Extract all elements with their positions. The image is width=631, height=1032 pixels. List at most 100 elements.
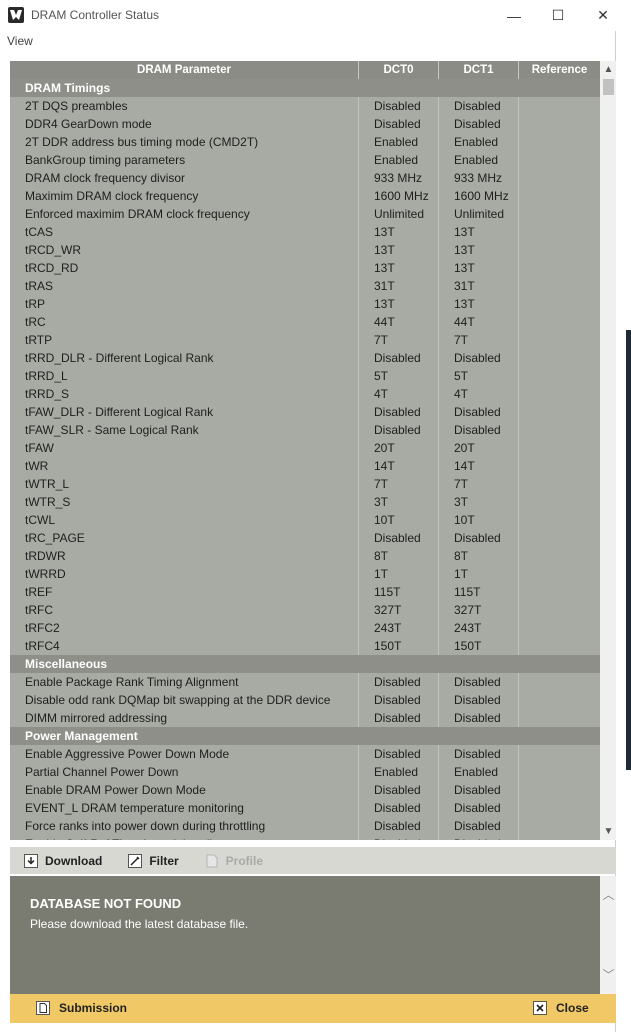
profile-button[interactable]: Profile <box>205 854 263 868</box>
table-row[interactable]: tRFC 327T 327T <box>10 601 600 619</box>
table-row[interactable]: tRC_PAGE Disabled Disabled <box>10 529 600 547</box>
menu-view[interactable]: View <box>7 34 33 48</box>
filter-button[interactable]: Filter <box>128 853 179 868</box>
parameter-cell: DRAM clock frequency divisor <box>10 169 359 187</box>
reference-cell <box>519 187 600 205</box>
dct0-cell: 1600 MHz <box>359 187 439 205</box>
dct0-cell: Disabled <box>359 817 439 835</box>
table-row[interactable]: DRAM clock frequency divisor 933 MHz 933 M… <box>10 169 600 187</box>
reference-cell <box>519 583 600 601</box>
reference-cell <box>519 475 600 493</box>
table-row[interactable]: tREF 115T 115T <box>10 583 600 601</box>
table-row[interactable]: 2T DDR address bus timing mode (CMD2T) En… <box>10 133 600 151</box>
reference-cell <box>519 205 600 223</box>
parameter-cell: tRP <box>10 295 359 313</box>
reference-cell <box>519 133 600 151</box>
dct1-cell: Unlimited <box>439 205 519 223</box>
dct1-cell: 44T <box>439 313 519 331</box>
table-row[interactable]: Enable DRAM Power Down Mode Disabled Disab… <box>10 781 600 799</box>
table-row[interactable]: tRC 44T 44T <box>10 313 600 331</box>
column-header-dct0[interactable]: DCT0 <box>359 61 439 79</box>
title-bar[interactable]: DRAM Controller Status — ☐ ✕ <box>0 0 616 31</box>
download-button[interactable]: Download <box>24 853 102 868</box>
table-row[interactable]: tRAS 31T 31T <box>10 277 600 295</box>
reference-cell <box>519 619 600 637</box>
table-row[interactable]: Maximim DRAM clock frequency 1600 MHz 1600… <box>10 187 600 205</box>
table-row[interactable]: DIMM mirrored addressing Disabled Disabled <box>10 709 600 727</box>
reference-cell <box>519 493 600 511</box>
message-panel: DATABASE NOT FOUND Please download the l… <box>10 876 617 994</box>
table-row[interactable]: Partial Channel Power Down Enabled Enabled <box>10 763 600 781</box>
dct0-cell: 4T <box>359 385 439 403</box>
message-scrollbar[interactable]: ︿ ﹀ <box>600 876 617 994</box>
column-header-parameter[interactable]: DRAM Parameter <box>10 61 359 79</box>
table-row[interactable]: tRFC4 150T 150T <box>10 637 600 655</box>
reference-cell <box>519 691 600 709</box>
submission-button[interactable]: Submission <box>36 1001 127 1015</box>
bottom-bar: Submission Close <box>10 994 617 1023</box>
reference-cell <box>519 439 600 457</box>
table-body: DRAM Timings 2T DQS preambles Disabled Disa… <box>10 79 600 840</box>
table-row[interactable]: tRP 13T 13T <box>10 295 600 313</box>
table-row[interactable]: Enforced maximim DRAM clock frequency Unl… <box>10 205 600 223</box>
parameter-cell: tWRRD <box>10 565 359 583</box>
dct1-cell: Disabled <box>439 745 519 763</box>
table-row[interactable]: Force ranks into power down during throt… <box>10 817 600 835</box>
table-row[interactable]: tFAW_SLR - Same Logical Rank Disabled Disa… <box>10 421 600 439</box>
table-row[interactable]: tRTP 7T 7T <box>10 331 600 349</box>
parameter-cell: Enable Self-Ref Throttle and throttling <box>10 835 359 840</box>
menu-bar: View <box>0 31 616 51</box>
table-row[interactable]: tRRD_DLR - Different Logical Rank Disable… <box>10 349 600 367</box>
table-row[interactable]: tCAS 13T 13T <box>10 223 600 241</box>
parameter-cell: tCAS <box>10 223 359 241</box>
close-button[interactable]: Close <box>533 1001 589 1015</box>
table-row[interactable]: Enable Aggressive Power Down Mode Disable… <box>10 745 600 763</box>
table-row[interactable]: tRRD_S 4T 4T <box>10 385 600 403</box>
scroll-thumb[interactable] <box>603 79 614 95</box>
reference-cell <box>519 799 600 817</box>
reference-cell <box>519 241 600 259</box>
table-vertical-scrollbar[interactable]: ▲ ▼ <box>600 61 617 840</box>
dct1-cell: 4T <box>439 385 519 403</box>
message-text: Please download the latest database file… <box>30 917 249 931</box>
table-row[interactable]: tRCD_RD 13T 13T <box>10 259 600 277</box>
reference-cell <box>519 529 600 547</box>
maximize-button[interactable]: ☐ <box>535 0 581 31</box>
scroll-down-icon[interactable]: ▼ <box>600 823 617 840</box>
dct0-cell: Enabled <box>359 151 439 169</box>
message-scroll-up-icon[interactable]: ︿ <box>600 886 617 903</box>
dct0-cell: 13T <box>359 241 439 259</box>
dct0-cell: 7T <box>359 475 439 493</box>
table-row[interactable]: Enable Package Rank Timing Alignment Disa… <box>10 673 600 691</box>
table-row[interactable]: 2T DQS preambles Disabled Disabled <box>10 97 600 115</box>
reference-cell <box>519 295 600 313</box>
minimize-button[interactable]: — <box>491 0 537 31</box>
table-row[interactable]: tRCD_WR 13T 13T <box>10 241 600 259</box>
table-row[interactable]: Disable odd rank DQMap bit swapping at t… <box>10 691 600 709</box>
message-scroll-down-icon[interactable]: ﹀ <box>600 966 617 983</box>
column-header-reference[interactable]: Reference <box>519 61 600 79</box>
table-row[interactable]: tWTR_L 7T 7T <box>10 475 600 493</box>
section-header: DRAM Timings <box>10 79 600 97</box>
table-row[interactable]: Enable Self-Ref Throttle and throttling D… <box>10 835 600 840</box>
dct1-cell: 8T <box>439 547 519 565</box>
table-row[interactable]: tWTR_S 3T 3T <box>10 493 600 511</box>
reference-cell <box>519 511 600 529</box>
scroll-up-icon[interactable]: ▲ <box>600 61 617 78</box>
reference-cell <box>519 673 600 691</box>
table-row[interactable]: BankGroup timing parameters Enabled Enable… <box>10 151 600 169</box>
table-row[interactable]: tWR 14T 14T <box>10 457 600 475</box>
app-window: DRAM Controller Status — ☐ ✕ View DRAM P… <box>0 0 617 1032</box>
table-row[interactable]: tFAW_DLR - Different Logical Rank Disable… <box>10 403 600 421</box>
table-row[interactable]: tWRRD 1T 1T <box>10 565 600 583</box>
column-header-dct1[interactable]: DCT1 <box>439 61 519 79</box>
table-row[interactable]: EVENT_L DRAM temperature monitoring Disab… <box>10 799 600 817</box>
table-row[interactable]: tFAW 20T 20T <box>10 439 600 457</box>
table-row[interactable]: DDR4 GearDown mode Disabled Disabled <box>10 115 600 133</box>
table-row[interactable]: tCWL 10T 10T <box>10 511 600 529</box>
table-row[interactable]: tRRD_L 5T 5T <box>10 367 600 385</box>
table-row[interactable]: tRDWR 8T 8T <box>10 547 600 565</box>
table-row[interactable]: tRFC2 243T 243T <box>10 619 600 637</box>
dct1-cell: Disabled <box>439 835 519 840</box>
parameter-cell: tRAS <box>10 277 359 295</box>
